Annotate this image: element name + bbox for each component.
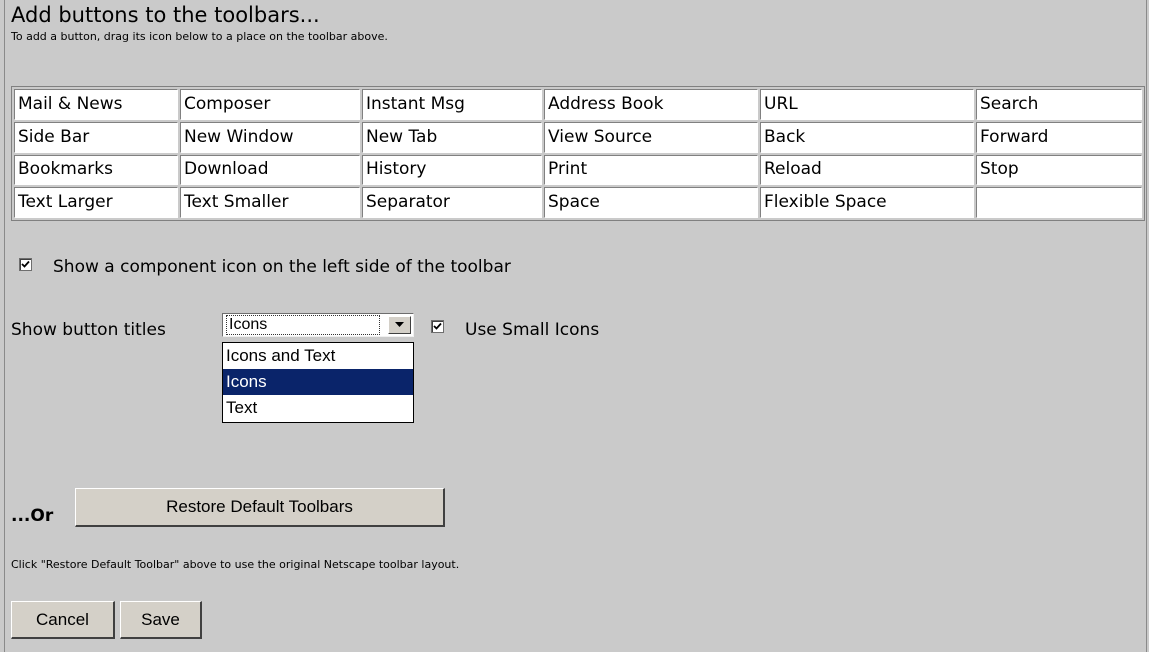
palette-item[interactable]: Stop	[976, 154, 1142, 186]
palette-item[interactable]: Space	[544, 187, 758, 218]
palette-item[interactable]: Side Bar	[14, 121, 178, 153]
page-subtitle: To add a button, drag its icon below to …	[11, 30, 388, 43]
small-icons-checkbox[interactable]	[431, 320, 444, 333]
component-icon-checkbox[interactable]	[19, 258, 32, 271]
palette-item[interactable]: Separator	[362, 187, 542, 218]
chevron-down-icon	[395, 322, 404, 327]
palette-item[interactable]: Back	[760, 121, 974, 153]
palette-item[interactable]: View Source	[544, 121, 758, 153]
palette-item[interactable]: Composer	[180, 89, 360, 120]
button-titles-dropdown-list: Icons and Text Icons Text	[222, 342, 414, 423]
palette-item[interactable]: Reload	[760, 154, 974, 186]
small-icons-label: Use Small Icons	[465, 320, 600, 340]
dropdown-option[interactable]: Icons and Text	[223, 343, 413, 369]
component-icon-label: Show a component icon on the left side o…	[53, 257, 511, 277]
save-button[interactable]: Save	[120, 601, 202, 639]
palette-item[interactable]: Search	[976, 89, 1142, 120]
palette-item[interactable]: Bookmarks	[14, 154, 178, 186]
palette-item[interactable]: URL	[760, 89, 974, 120]
palette-row: Mail & News Composer Instant Msg Address Bo…	[14, 89, 1142, 120]
button-titles-value: Icons	[226, 315, 380, 335]
palette-item[interactable]: New Window	[180, 121, 360, 153]
checkmark-icon	[21, 260, 30, 268]
palette-item[interactable]: Download	[180, 154, 360, 186]
dropdown-arrow-button[interactable]	[388, 316, 411, 334]
palette-row: Text Larger Text Smaller Separator Space Fle…	[14, 187, 1142, 218]
button-titles-select[interactable]: Icons	[222, 313, 414, 337]
cancel-button[interactable]: Cancel	[11, 601, 115, 639]
palette-item[interactable]: Forward	[976, 121, 1142, 153]
palette-item[interactable]: Text Smaller	[180, 187, 360, 218]
dropdown-option[interactable]: Text	[223, 395, 413, 421]
palette-row: Bookmarks Download History Print Reload Stop	[14, 154, 1142, 186]
palette-empty-cell	[976, 187, 1142, 218]
palette-row: Side Bar New Window New Tab View Source Back…	[14, 121, 1142, 153]
button-palette: Mail & News Composer Instant Msg Address Bo…	[11, 86, 1145, 221]
palette-item[interactable]: Print	[544, 154, 758, 186]
palette-item[interactable]: Text Larger	[14, 187, 178, 218]
button-titles-label: Show button titles	[11, 320, 166, 340]
palette-item[interactable]: New Tab	[362, 121, 542, 153]
palette-item[interactable]: History	[362, 154, 542, 186]
palette-item[interactable]: Address Book	[544, 89, 758, 120]
restore-default-toolbars-button[interactable]: Restore Default Toolbars	[75, 488, 445, 527]
restore-help-text: Click "Restore Default Toolbar" above to…	[11, 558, 460, 571]
dropdown-option-selected[interactable]: Icons	[223, 369, 413, 395]
checkmark-icon	[433, 322, 442, 330]
palette-item[interactable]: Instant Msg	[362, 89, 542, 120]
or-label: ...Or	[11, 506, 54, 526]
palette-item[interactable]: Flexible Space	[760, 187, 974, 218]
page-title: Add buttons to the toolbars...	[11, 3, 320, 27]
palette-item[interactable]: Mail & News	[14, 89, 178, 120]
